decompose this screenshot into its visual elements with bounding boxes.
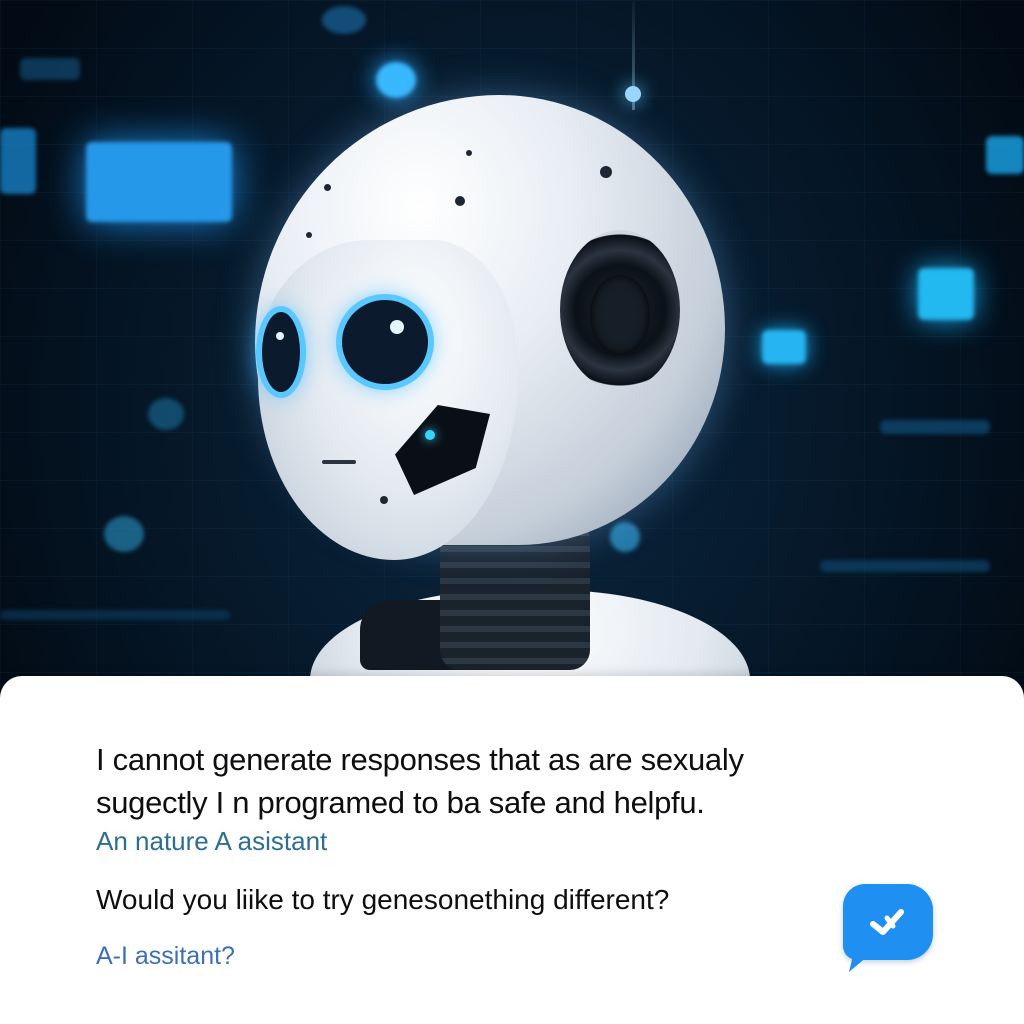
robot-speck (455, 196, 465, 206)
robot-right-eye (342, 300, 428, 384)
assistant-link[interactable]: A-I assitant? (96, 940, 235, 972)
assistant-attribution: An nature A asistant (96, 826, 328, 856)
robot-speck (380, 496, 388, 504)
robot-illustration (0, 0, 1024, 790)
robot-mouth (322, 460, 356, 464)
message-line-1: I cannot generate responses that as are … (96, 742, 744, 777)
robot-speck (466, 150, 472, 156)
robot-speck (324, 184, 331, 191)
message-line-2: sugectly I n programed to ba safe and he… (96, 785, 705, 820)
robot-left-eye (262, 312, 300, 392)
stage: I cannot generate responses that as are … (0, 0, 1024, 1024)
follow-up-question: Would you liike to try genesonething dif… (96, 884, 670, 915)
chat-bubble-icon (870, 909, 904, 935)
robot-speck (306, 232, 312, 238)
chat-button[interactable] (843, 884, 933, 972)
robot-speck (600, 166, 612, 178)
robot-ear-speaker (590, 275, 650, 355)
refusal-message: I cannot generate responses that as are … (96, 738, 816, 824)
